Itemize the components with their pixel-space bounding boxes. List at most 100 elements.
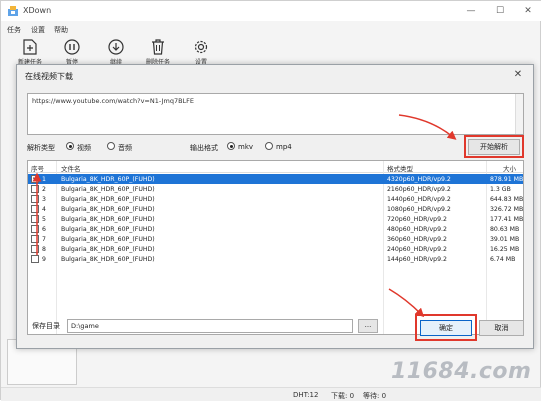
new-task-icon — [23, 39, 37, 55]
toolbar: 新建任务 暂停 继续 删除任务 设置 — [1, 37, 541, 66]
title-bar: XDown — ☐ ✕ — [1, 1, 541, 21]
row-checkbox[interactable] — [31, 235, 39, 243]
menu-bar: 任务 设置 帮助 — [1, 23, 541, 37]
row-number: 7 — [42, 235, 46, 243]
browse-button[interactable]: ... — [358, 319, 378, 333]
close-icon[interactable]: ✕ — [511, 68, 525, 82]
table-row[interactable]: 2 Bulgaria_8K_HDR_60P_(FUHD) 2160p60_HDR/v… — [28, 184, 523, 194]
watermark-text: 11684.com — [391, 359, 532, 384]
row-checkbox[interactable] — [31, 215, 39, 223]
pause-icon — [64, 39, 80, 55]
row-size: 1.3 GB — [490, 185, 511, 193]
row-format: 1440p60_HDR/vp9.2 — [387, 195, 451, 203]
row-number: 1 — [42, 175, 46, 183]
new-task-button[interactable]: 新建任务 — [15, 39, 45, 66]
close-window-button[interactable]: ✕ — [521, 4, 535, 18]
row-size: 80.63 MB — [490, 225, 520, 233]
row-size: 6.74 MB — [490, 255, 516, 263]
col-format-header[interactable]: 格式类型 — [387, 163, 413, 173]
row-checkbox[interactable] — [31, 255, 39, 263]
row-size: 326.72 MB — [490, 205, 524, 213]
options-row: 解析类型 视频 音频 输出格式 mkv mp4 — [27, 138, 524, 156]
table-row[interactable]: 8 Bulgaria_8K_HDR_60P_(FUHD) 240p60_HDR/vp… — [28, 244, 523, 254]
table-header: 序号 文件名 格式类型 大小 — [28, 161, 523, 173]
row-format: 360p60_HDR/vp9.2 — [387, 235, 447, 243]
row-checkbox[interactable] — [31, 245, 39, 253]
row-checkbox[interactable] — [31, 185, 39, 193]
row-size: 39.01 MB — [490, 235, 520, 243]
app-title: XDown — [23, 6, 52, 15]
app-logo-icon — [8, 6, 18, 16]
url-text: https://www.youtube.com/watch?v=N1-Jmq7B… — [32, 97, 195, 105]
radio-mkv[interactable] — [227, 142, 235, 150]
row-size: 16.25 MB — [490, 245, 520, 253]
maximize-button[interactable]: ☐ — [493, 4, 507, 18]
row-size: 878.91 MB — [490, 175, 524, 183]
save-dir-input[interactable]: D:\game — [67, 319, 353, 333]
radio-video[interactable] — [66, 142, 74, 150]
row-format: 240p60_HDR/vp9.2 — [387, 245, 447, 253]
row-filename: Bulgaria_8K_HDR_60P_(FUHD) — [61, 205, 155, 213]
row-format: 720p60_HDR/vp9.2 — [387, 215, 447, 223]
table-row[interactable]: 1 Bulgaria_8K_HDR_60P_(FUHD) 4320p60_HDR/v… — [28, 173, 524, 184]
row-filename: Bulgaria_8K_HDR_60P_(FUHD) — [61, 255, 155, 263]
radio-audio-label[interactable]: 音频 — [118, 143, 132, 153]
col-size-header[interactable]: 大小 — [503, 163, 516, 173]
row-number: 8 — [42, 245, 46, 253]
col-name-header[interactable]: 文件名 — [61, 163, 81, 173]
delete-task-button[interactable]: 删除任务 — [143, 39, 173, 66]
row-number: 5 — [42, 215, 46, 223]
radio-mkv-label[interactable]: mkv — [238, 143, 253, 151]
start-parse-button[interactable]: 开始解析 — [468, 139, 520, 155]
main-window: XDown — ☐ ✕ 任务 设置 帮助 新建任务 暂停 继续 删除任务 设置 — [0, 0, 541, 401]
table-row[interactable]: 7 Bulgaria_8K_HDR_60P_(FUHD) 360p60_HDR/vp… — [28, 234, 523, 244]
col-num-header[interactable]: 序号 — [31, 163, 44, 173]
row-format: 144p60_HDR/vp9.2 — [387, 255, 447, 263]
table-row[interactable]: 4 Bulgaria_8K_HDR_60P_(FUHD) 1080p60_HDR/v… — [28, 204, 523, 214]
url-scrollbar[interactable] — [515, 94, 523, 134]
row-checkbox[interactable] — [31, 195, 39, 203]
pause-button[interactable]: 暂停 — [57, 39, 87, 66]
table-row[interactable]: 6 Bulgaria_8K_HDR_60P_(FUHD) 480p60_HDR/vp… — [28, 224, 523, 234]
settings-button[interactable]: 设置 — [186, 39, 216, 66]
parse-type-label: 解析类型 — [27, 144, 55, 152]
row-filename: Bulgaria_8K_HDR_60P_(FUHD) — [61, 245, 155, 253]
row-format: 1080p60_HDR/vp9.2 — [387, 205, 451, 213]
download-icon — [108, 39, 124, 55]
row-filename: Bulgaria_8K_HDR_60P_(FUHD) — [61, 225, 155, 233]
ok-button[interactable]: 确定 — [420, 320, 472, 336]
table-row[interactable]: 3 Bulgaria_8K_HDR_60P_(FUHD) 1440p60_HDR/v… — [28, 194, 523, 204]
radio-video-label[interactable]: 视频 — [77, 143, 91, 153]
row-checkbox[interactable] — [31, 225, 39, 233]
row-number: 4 — [42, 205, 46, 213]
table-row[interactable]: 5 Bulgaria_8K_HDR_60P_(FUHD) 720p60_HDR/vp… — [28, 214, 523, 224]
minimize-button[interactable]: — — [464, 4, 478, 18]
format-table: 序号 文件名 格式类型 大小 1 Bulgaria_8K_HDR_60P_(FUH… — [27, 160, 524, 335]
menu-help[interactable]: 帮助 — [54, 25, 68, 35]
row-size: 177.41 MB — [490, 215, 524, 223]
row-number: 6 — [42, 225, 46, 233]
radio-audio[interactable] — [107, 142, 115, 150]
row-size: 644.83 MB — [490, 195, 524, 203]
row-format: 480p60_HDR/vp9.2 — [387, 225, 447, 233]
gear-icon — [194, 40, 208, 54]
row-number: 9 — [42, 255, 46, 263]
row-checkbox[interactable] — [31, 173, 39, 183]
dialog-title: 在线视频下载 — [25, 72, 73, 81]
save-dir-label: 保存目录 — [32, 322, 60, 330]
row-number: 2 — [42, 185, 46, 193]
row-filename: Bulgaria_8K_HDR_60P_(FUHD) — [61, 185, 155, 193]
delete-icon — [152, 39, 164, 55]
menu-task[interactable]: 任务 — [7, 25, 21, 35]
radio-mp4[interactable] — [265, 142, 273, 150]
row-checkbox[interactable] — [31, 205, 39, 213]
menu-settings[interactable]: 设置 — [31, 25, 45, 35]
row-filename: Bulgaria_8K_HDR_60P_(FUHD) — [61, 175, 155, 183]
row-filename: Bulgaria_8K_HDR_60P_(FUHD) — [61, 195, 155, 203]
radio-mp4-label[interactable]: mp4 — [276, 143, 292, 151]
url-textarea[interactable]: https://www.youtube.com/watch?v=N1-Jmq7B… — [27, 93, 524, 135]
resume-button[interactable]: 继续 — [101, 39, 131, 66]
dht-count: DHT:12 — [293, 391, 319, 399]
table-row[interactable]: 9 Bulgaria_8K_HDR_60P_(FUHD) 144p60_HDR/vp… — [28, 254, 523, 264]
cancel-button[interactable]: 取消 — [479, 320, 524, 336]
